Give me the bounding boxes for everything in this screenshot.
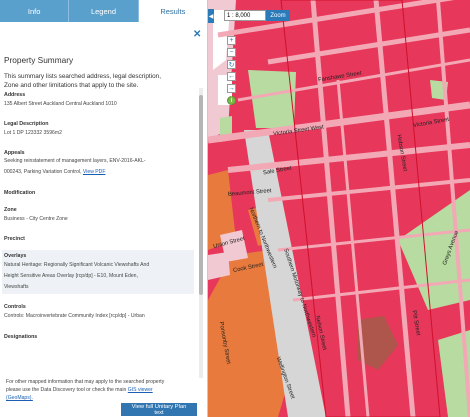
zoom-button[interactable]: Zoom bbox=[266, 10, 290, 21]
overlays-line-3: Viewshafts bbox=[4, 284, 29, 290]
geomaps-link[interactable]: (GeoMaps). bbox=[6, 395, 33, 401]
close-icon[interactable]: ✕ bbox=[193, 29, 201, 40]
arrow-left-icon[interactable]: ← bbox=[227, 72, 236, 81]
zone-value: Business - City Centre Zone bbox=[4, 216, 68, 222]
intro-line-1: This summary lists searched address, leg… bbox=[4, 73, 161, 80]
map-canvas[interactable]: Fanshawe Street Victoria Street West Sal… bbox=[208, 0, 470, 417]
controls-value: Controls: Macroinvertebrate Community In… bbox=[4, 313, 145, 319]
address-value: 135 Albert Street Auckland Central Auckl… bbox=[4, 101, 117, 107]
controls-label: Controls bbox=[4, 304, 26, 310]
arrow-right-icon[interactable]: → bbox=[227, 84, 236, 93]
zoom-in-icon[interactable]: + bbox=[227, 36, 236, 45]
panel-tabs: Info Legend Results bbox=[0, 0, 207, 22]
overlays-line-2: Height Sensitive Areas Overlay [rcp/dp] … bbox=[4, 273, 138, 279]
tab-results[interactable]: Results bbox=[138, 0, 207, 22]
view-unitary-plan-button[interactable]: View full Unitary Plan text bbox=[121, 403, 197, 416]
designations-label: Designations bbox=[4, 334, 38, 340]
zone-label: Zone bbox=[4, 207, 17, 213]
overlays-label: Overlays bbox=[4, 253, 27, 259]
chevron-left-icon[interactable]: ◀ bbox=[208, 9, 214, 23]
property-summary-panel: Info Legend Results ✕ Property Summary T… bbox=[0, 0, 208, 417]
tab-info[interactable]: Info bbox=[0, 0, 70, 22]
overlays-line-1: Natural Heritage: Regionally Significant… bbox=[4, 262, 150, 268]
modification-label: Modification bbox=[4, 190, 36, 196]
appeals-line-2-text: 000243, Parking Variation Control, bbox=[4, 169, 82, 175]
scrollbar-thumb[interactable] bbox=[199, 95, 203, 295]
footer-line-2: please use the Data Discovery tool or ch… bbox=[6, 387, 153, 393]
footer-line-2-text: please use the Data Discovery tool or ch… bbox=[6, 387, 127, 393]
gis-viewer-link[interactable]: GIS viewer bbox=[128, 387, 153, 393]
info-icon[interactable]: i bbox=[227, 96, 236, 105]
appeals-line-1: Seeking reinstatement of management laye… bbox=[4, 158, 146, 164]
legal-description-value: Lot 1 DP 123332 3596m2 bbox=[4, 130, 62, 136]
appeals-line-2: 000243, Parking Variation Control, View … bbox=[4, 169, 105, 175]
open-space-zone bbox=[248, 70, 296, 128]
page-title: Property Summary bbox=[4, 55, 74, 65]
appeals-label: Appeals bbox=[4, 150, 25, 156]
refresh-icon[interactable]: ↻ bbox=[227, 60, 236, 69]
zoom-out-icon[interactable]: − bbox=[227, 48, 236, 57]
overlays-section-bg bbox=[2, 250, 194, 294]
footer-line-1: For other mapped information that may ap… bbox=[6, 379, 165, 385]
intro-line-2: Zone and other limitations that apply to… bbox=[4, 82, 139, 89]
precinct-label: Precinct bbox=[4, 236, 25, 242]
legal-description-label: Legal Description bbox=[4, 121, 49, 127]
view-pdf-link[interactable]: View PDF bbox=[83, 169, 106, 175]
scale-input[interactable]: 1 : 8,000 bbox=[224, 10, 266, 21]
tab-legend[interactable]: Legend bbox=[69, 0, 139, 22]
address-label: Address bbox=[4, 92, 26, 98]
